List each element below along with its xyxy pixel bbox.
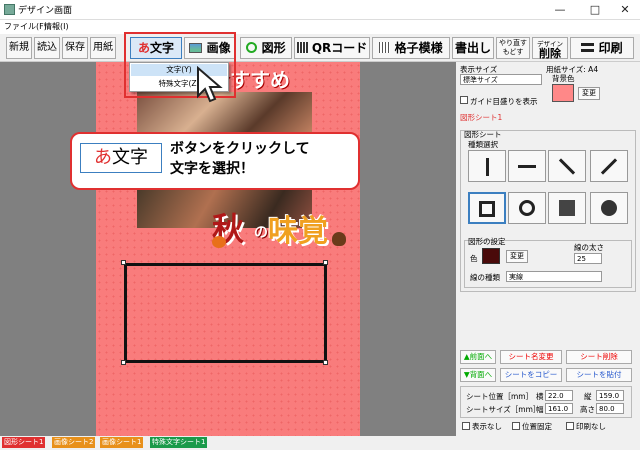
- horizontal-line-button[interactable]: [508, 150, 546, 182]
- width-input[interactable]: 161.0: [545, 403, 573, 414]
- vertical-line-button[interactable]: [468, 150, 506, 182]
- sheet-tab-special-text1[interactable]: 特殊文字シート1: [150, 437, 208, 448]
- send-back-button[interactable]: ▼背面へ: [460, 368, 496, 382]
- w-label: 幅: [536, 405, 544, 414]
- guide-label: ガイド目盛りを表示: [470, 97, 538, 106]
- new-button[interactable]: 新規: [6, 37, 32, 59]
- close-button[interactable]: ✕: [610, 2, 640, 18]
- h-label: 高さ: [580, 405, 595, 414]
- sheet-tab-image1[interactable]: 画像シート1: [100, 437, 144, 448]
- qr-icon: [296, 42, 308, 53]
- diagonal-up-line-button[interactable]: [590, 150, 628, 182]
- x-position-input[interactable]: 22.0: [545, 390, 573, 401]
- save-button[interactable]: 保存: [62, 37, 88, 59]
- grid-icon: [379, 42, 391, 53]
- qr-button-label: QRコード: [311, 41, 368, 55]
- rename-sheet-button[interactable]: シート名変更: [500, 350, 562, 364]
- print-button-label: 印刷: [598, 41, 623, 55]
- grid-button-label: 格子模様: [394, 41, 443, 55]
- bg-color-label: 背景色: [552, 74, 575, 83]
- shape-color-swatch[interactable]: [482, 248, 500, 264]
- y-label: 縦: [584, 392, 592, 401]
- sheet-position-label: シート位置［mm］: [466, 392, 534, 401]
- no-print-label: 印刷なし: [576, 422, 606, 431]
- resize-handle-bl[interactable]: [121, 360, 126, 365]
- callout-line-1: ボタンをクリックして: [170, 141, 310, 157]
- status-bar: [0, 436, 640, 450]
- undo-button[interactable]: やり直す もどす: [496, 37, 530, 59]
- paste-sheet-button[interactable]: シートを貼付: [566, 368, 632, 382]
- y-position-input[interactable]: 159.0: [596, 390, 624, 401]
- callout-button-label: 文字: [112, 147, 148, 168]
- circle-outline-button[interactable]: [508, 192, 546, 224]
- print-icon: [581, 43, 595, 52]
- window-title: デザイン画面: [18, 6, 73, 16]
- design-delete-label-2: 削除: [539, 47, 561, 60]
- filled-rectangle-button[interactable]: [548, 192, 586, 224]
- x-label: 横: [536, 392, 544, 401]
- line-width-input[interactable]: 25: [574, 253, 602, 264]
- callout-text: ボタンをクリックして 文字を選択！: [170, 139, 310, 179]
- export-button[interactable]: 書出し: [452, 37, 494, 59]
- callout-button-image: あ文字: [80, 143, 162, 173]
- line-width-label: 線の太さ: [574, 243, 604, 252]
- bring-front-button[interactable]: ▲前面へ: [460, 350, 496, 364]
- bg-color-change-button[interactable]: 変更: [578, 87, 600, 100]
- menu-bar: [0, 20, 640, 34]
- copy-sheet-button[interactable]: シートをコピー: [500, 368, 562, 382]
- color-label: 色: [470, 254, 478, 263]
- print-button[interactable]: 印刷: [570, 37, 634, 59]
- delete-sheet-button[interactable]: シート削除: [566, 350, 632, 364]
- height-input[interactable]: 80.0: [596, 403, 624, 414]
- filled-circle-button[interactable]: [590, 192, 628, 224]
- no-print-checkbox[interactable]: [566, 422, 574, 430]
- paper-button[interactable]: 用紙: [90, 37, 116, 59]
- qr-button[interactable]: QRコード: [294, 37, 370, 59]
- resize-handle-tr[interactable]: [323, 260, 328, 265]
- line-type-label: 線の種類: [470, 273, 500, 282]
- bg-color-swatch[interactable]: [552, 84, 574, 102]
- persimmon-icon: [212, 236, 226, 248]
- shape-color-change-button[interactable]: 変更: [506, 250, 528, 263]
- menu-file[interactable]: ファイル(F): [4, 21, 47, 32]
- diagonal-down-line-button[interactable]: [548, 150, 586, 182]
- hide-checkbox[interactable]: [462, 422, 470, 430]
- chestnut-icon: [332, 232, 346, 246]
- resize-handle-tl[interactable]: [121, 260, 126, 265]
- design-delete-button[interactable]: デザイン 削除: [532, 37, 568, 59]
- app-icon: [4, 4, 15, 15]
- sheet-name-label: 図形シート1: [460, 113, 503, 122]
- rectangle-button[interactable]: [468, 192, 506, 224]
- maximize-button[interactable]: □: [580, 2, 610, 18]
- resize-handle-br[interactable]: [323, 360, 328, 365]
- sheet-size-label: シートサイズ［mm］: [466, 405, 541, 414]
- logo-no: の: [254, 225, 268, 241]
- shape-type-label: 種類選択: [468, 140, 498, 149]
- lock-position-label: 位置固定: [522, 422, 552, 431]
- title-bar: [0, 0, 640, 20]
- grid-pattern-button[interactable]: 格子模様: [372, 37, 450, 59]
- logo-mikaku[interactable]: 味覚: [268, 206, 328, 250]
- shape-settings-title: 図形の設定: [468, 237, 506, 246]
- sheet-tab-image2[interactable]: 画像シート2: [52, 437, 96, 448]
- lock-position-checkbox[interactable]: [512, 422, 520, 430]
- minimize-button[interactable]: —: [545, 2, 575, 18]
- undo-label-1: やり直す: [499, 39, 527, 47]
- shape-button-label: 図形: [261, 41, 286, 55]
- open-button[interactable]: 読込: [34, 37, 60, 59]
- callout-a-icon: あ: [94, 147, 112, 168]
- undo-label-2: もどす: [502, 48, 524, 56]
- shape-button[interactable]: 図形: [240, 37, 292, 59]
- circle-icon: [246, 42, 258, 53]
- callout-line-2: 文字を選択！: [170, 161, 254, 177]
- line-type-select[interactable]: 実線: [506, 271, 602, 282]
- display-size-select[interactable]: 標準サイズ: [460, 74, 542, 85]
- hide-label: 表示なし: [472, 422, 502, 431]
- menu-info[interactable]: 情報(I): [44, 21, 69, 32]
- sheet-tab-shape1[interactable]: 図形シート1: [2, 437, 46, 448]
- selected-rectangle-shape[interactable]: [124, 263, 327, 363]
- mouse-cursor-icon: [197, 66, 223, 103]
- guide-checkbox[interactable]: [460, 96, 468, 104]
